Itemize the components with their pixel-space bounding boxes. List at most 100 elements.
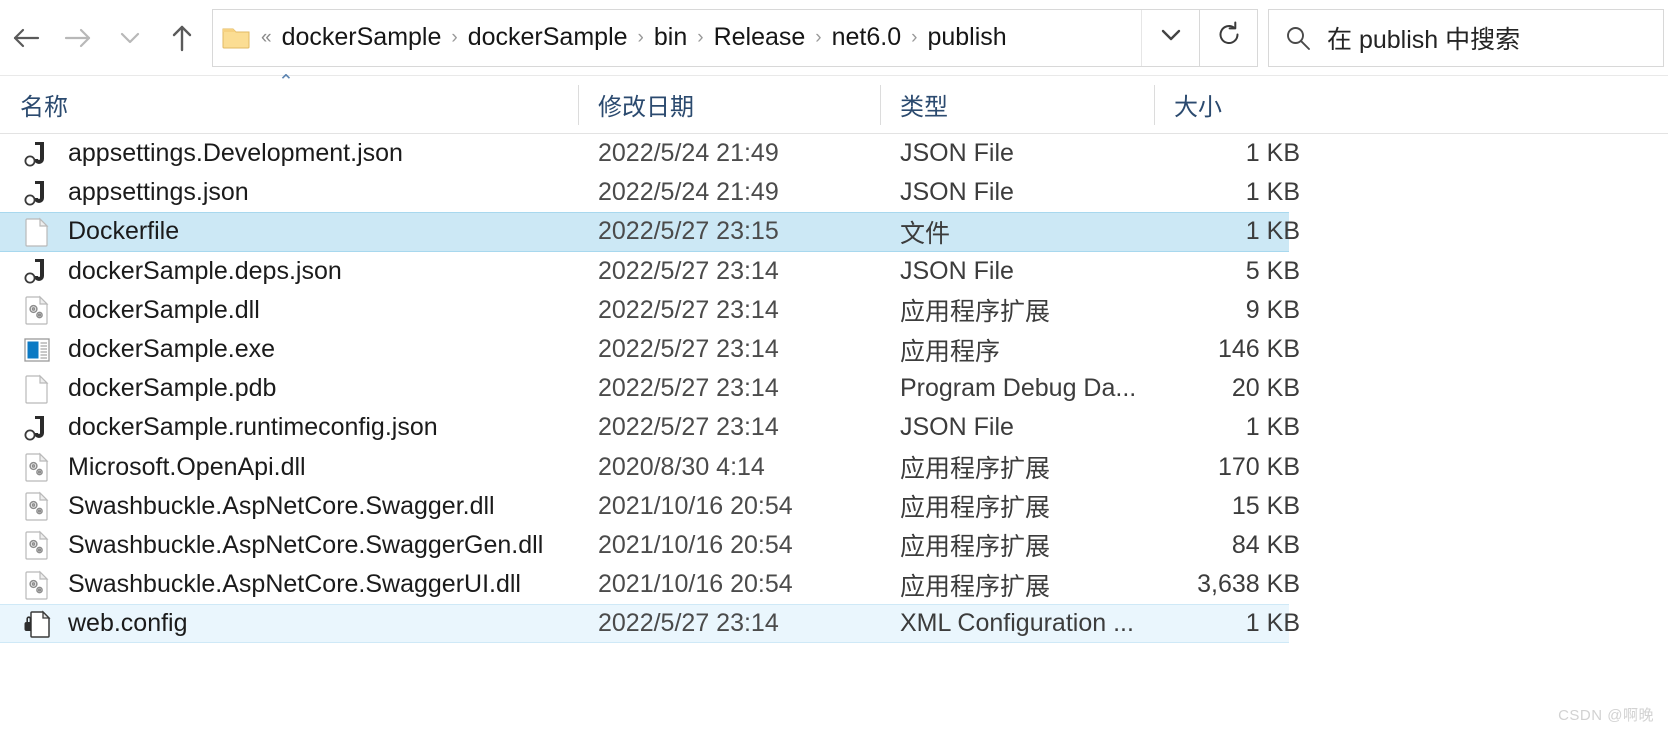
file-name-cell[interactable]: Swashbuckle.AspNetCore.SwaggerGen.dll — [0, 530, 578, 561]
breadcrumb-separator-icon[interactable]: › — [810, 27, 826, 49]
file-name-label: Dockerfile — [68, 217, 180, 246]
file-name-cell[interactable]: Dockerfile — [0, 217, 578, 247]
file-name-label: Swashbuckle.AspNetCore.SwaggerUI.dll — [68, 570, 521, 599]
column-header-row: 名称 ⌃ 修改日期 类型 大小 — [0, 73, 1668, 134]
file-date-modified-cell: 2022/5/27 23:14 — [598, 295, 779, 324]
file-size-cell: 9 KB — [1245, 295, 1300, 324]
file-name-label: appsettings.json — [68, 178, 249, 207]
file-name-label: dockerSample.exe — [68, 335, 276, 364]
file-date-modified-cell: 2021/10/16 20:54 — [598, 570, 793, 599]
file-date-modified-cell: 2021/10/16 20:54 — [598, 491, 793, 520]
file-type-cell: 应用程序扩展 — [900, 533, 1051, 562]
file-date-modified-cell: 2022/5/24 21:49 — [598, 139, 779, 168]
folder-icon — [213, 25, 259, 51]
file-name-cell[interactable]: Swashbuckle.AspNetCore.SwaggerUI.dll — [0, 570, 578, 600]
breadcrumb[interactable]: « dockerSample › dockerSample › bin › Re… — [259, 20, 1141, 55]
file-name-cell[interactable]: Swashbuckle.AspNetCore.Swagger.dll — [0, 491, 578, 521]
dll-file-icon — [22, 530, 52, 561]
search-icon — [1269, 24, 1327, 52]
table-row[interactable]: dockerSample.pdb 2022/5/27 23:14 Program D… — [0, 369, 1300, 408]
breadcrumb-overflow-indicator[interactable]: « — [259, 27, 277, 49]
breadcrumb-separator-icon[interactable]: › — [692, 27, 708, 49]
json-file-icon — [22, 178, 52, 208]
refresh-button[interactable] — [1200, 8, 1258, 67]
table-row[interactable]: appsettings.Development.json 2022/5/24 21… — [0, 134, 1300, 173]
breadcrumb-item-4[interactable]: net6.0 — [827, 20, 907, 55]
file-size-cell: 1 KB — [1245, 413, 1300, 442]
dll-file-icon — [22, 570, 52, 600]
file-list[interactable]: appsettings.Development.json 2022/5/24 21… — [0, 134, 1668, 644]
breadcrumb-item-2[interactable]: bin — [649, 20, 692, 55]
file-name-label: web.config — [68, 609, 188, 638]
file-name-cell[interactable]: dockerSample.runtimeconfig.json — [0, 413, 578, 443]
file-size-cell: 15 KB — [1231, 491, 1300, 520]
breadcrumb-item-1[interactable]: dockerSample — [463, 20, 633, 55]
table-row[interactable]: dockerSample.deps.json 2022/5/27 23:14 JSO… — [0, 252, 1300, 291]
address-bar[interactable]: « dockerSample › dockerSample › bin › Re… — [212, 8, 1200, 67]
file-name-cell[interactable]: dockerSample.deps.json — [0, 256, 578, 286]
file-date-modified-cell: 2022/5/27 23:14 — [598, 374, 779, 403]
file-date-modified-cell: 2021/10/16 20:54 — [598, 530, 793, 559]
file-name-cell[interactable]: Microsoft.OpenApi.dll — [0, 452, 578, 482]
file-date-modified-cell: 2022/5/27 23:14 — [598, 335, 779, 364]
chevron-down-icon — [119, 30, 141, 46]
table-row[interactable]: web.config 2022/5/27 23:14 XML Configurati… — [0, 604, 1300, 644]
table-row[interactable]: Microsoft.OpenApi.dll 2020/8/30 4:14 应用程序扩… — [0, 448, 1300, 487]
table-row[interactable]: dockerSample.exe 2022/5/27 23:14 应用程序 146 K… — [0, 330, 1300, 369]
file-name-cell[interactable]: appsettings.json — [0, 178, 578, 208]
back-button[interactable] — [0, 7, 52, 69]
table-row[interactable]: Swashbuckle.AspNetCore.SwaggerUI.dll 2021… — [0, 565, 1300, 604]
arrow-right-icon — [63, 25, 93, 51]
address-history-dropdown-button[interactable] — [1141, 9, 1199, 66]
breadcrumb-separator-icon[interactable]: › — [446, 27, 462, 49]
file-size-cell: 1 KB — [1245, 609, 1300, 638]
breadcrumb-item-5[interactable]: publish — [922, 20, 1011, 55]
file-name-cell[interactable]: dockerSample.exe — [0, 335, 578, 365]
table-row[interactable]: Dockerfile 2022/5/27 23:15 文件 1 KB — [0, 212, 1300, 252]
file-type-cell: Program Debug Da... — [900, 374, 1137, 403]
file-type-cell: JSON File — [900, 413, 1014, 442]
search-box[interactable]: 在 publish 中搜索 — [1268, 8, 1664, 67]
recent-locations-button[interactable] — [104, 7, 156, 69]
file-type-cell: JSON File — [900, 256, 1014, 285]
table-row[interactable]: dockerSample.runtimeconfig.json 2022/5/27… — [0, 408, 1300, 447]
file-size-cell: 20 KB — [1231, 374, 1300, 403]
search-input[interactable]: 在 publish 中搜索 — [1327, 20, 1520, 56]
up-one-level-button[interactable] — [156, 7, 208, 69]
breadcrumb-separator-icon[interactable]: › — [633, 27, 649, 49]
refresh-icon — [1215, 20, 1243, 55]
file-size-cell: 84 KB — [1231, 530, 1300, 559]
json-file-icon — [22, 256, 52, 286]
file-name-label: appsettings.Development.json — [68, 139, 403, 168]
xml-config-file-icon — [22, 609, 52, 639]
column-header-size-label: 大小 — [1174, 94, 1222, 121]
chevron-down-icon — [1159, 27, 1183, 48]
table-row[interactable]: appsettings.json 2022/5/24 21:49 JSON File… — [0, 173, 1300, 212]
breadcrumb-item-0[interactable]: dockerSample — [277, 20, 447, 55]
table-row[interactable]: Swashbuckle.AspNetCore.SwaggerGen.dll 202… — [0, 526, 1300, 565]
file-type-cell: JSON File — [900, 139, 1014, 168]
watermark: CSDN @啊晚 — [1558, 707, 1654, 724]
file-size-cell: 1 KB — [1245, 217, 1300, 246]
file-date-modified-cell: 2022/5/27 23:14 — [598, 413, 779, 442]
file-name-cell[interactable]: dockerSample.dll — [0, 295, 578, 325]
file-type-cell: 文件 — [900, 219, 951, 248]
file-size-cell: 1 KB — [1245, 178, 1300, 207]
column-header-size[interactable]: 大小 — [1154, 76, 1306, 134]
column-header-name[interactable]: 名称 ⌃ — [0, 73, 578, 134]
file-name-label: dockerSample.runtimeconfig.json — [68, 413, 438, 442]
table-row[interactable]: Swashbuckle.AspNetCore.Swagger.dll 2021/1… — [0, 487, 1300, 526]
breadcrumb-separator-icon[interactable]: › — [906, 27, 922, 49]
column-header-type[interactable]: 类型 — [880, 76, 1154, 134]
table-row[interactable]: dockerSample.dll 2022/5/27 23:14 应用程序扩展 9 K… — [0, 291, 1300, 330]
column-header-date-modified[interactable]: 修改日期 — [578, 76, 880, 134]
file-name-cell[interactable]: appsettings.Development.json — [0, 139, 578, 169]
file-name-cell[interactable]: dockerSample.pdb — [0, 374, 578, 404]
arrow-left-icon — [11, 25, 41, 51]
breadcrumb-item-3[interactable]: Release — [709, 20, 811, 55]
file-name-cell[interactable]: web.config — [0, 609, 578, 639]
file-date-modified-cell: 2022/5/24 21:49 — [598, 178, 779, 207]
file-type-cell: JSON File — [900, 178, 1014, 207]
forward-button[interactable] — [52, 7, 104, 69]
blank-file-icon — [22, 374, 52, 404]
